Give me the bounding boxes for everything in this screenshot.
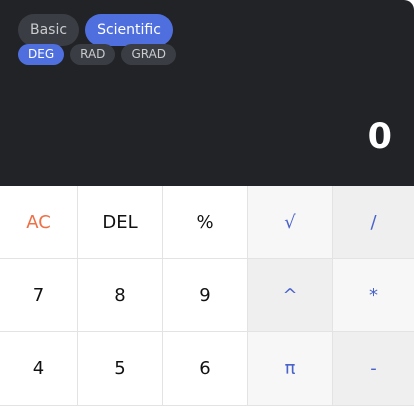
multiply-button[interactable]: * bbox=[333, 259, 414, 332]
mode-basic-button[interactable]: Basic bbox=[18, 14, 80, 46]
digit-8-button[interactable]: 8 bbox=[78, 259, 163, 332]
display-panel: Basic Scientific DEG RAD GRAD 0 bbox=[0, 0, 414, 186]
digit-7-button[interactable]: 7 bbox=[0, 259, 78, 332]
calculator: Basic Scientific DEG RAD GRAD 0 AC DEL %… bbox=[0, 0, 414, 406]
digit-6-button[interactable]: 6 bbox=[163, 332, 248, 406]
digit-4-button[interactable]: 4 bbox=[0, 332, 78, 406]
percent-button[interactable]: % bbox=[163, 186, 248, 259]
keypad: AC DEL % √ / 7 8 9 ^ * 4 5 6 π - bbox=[0, 186, 414, 406]
mode-switcher: Basic Scientific bbox=[18, 14, 173, 46]
subtract-button[interactable]: - bbox=[333, 332, 414, 406]
mode-scientific-button[interactable]: Scientific bbox=[85, 14, 173, 46]
power-button[interactable]: ^ bbox=[248, 259, 333, 332]
angle-unit-switcher: DEG RAD GRAD bbox=[18, 44, 177, 65]
pi-button[interactable]: π bbox=[248, 332, 333, 406]
all-clear-button[interactable]: AC bbox=[0, 186, 78, 259]
angle-grad-button[interactable]: GRAD bbox=[121, 44, 177, 65]
sqrt-button[interactable]: √ bbox=[248, 186, 333, 259]
angle-deg-button[interactable]: DEG bbox=[18, 44, 65, 65]
digit-9-button[interactable]: 9 bbox=[163, 259, 248, 332]
delete-button[interactable]: DEL bbox=[78, 186, 163, 259]
result-display: 0 bbox=[367, 117, 392, 157]
divide-button[interactable]: / bbox=[333, 186, 414, 259]
angle-rad-button[interactable]: RAD bbox=[70, 44, 116, 65]
digit-5-button[interactable]: 5 bbox=[78, 332, 163, 406]
